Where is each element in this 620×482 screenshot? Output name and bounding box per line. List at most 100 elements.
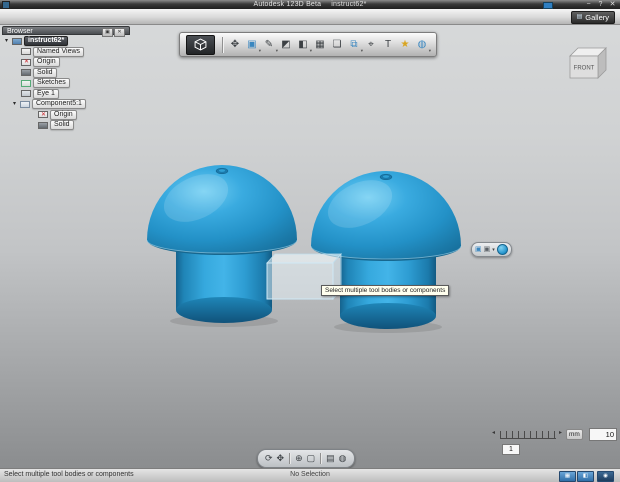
tree-item-label: Solid [33,67,57,78]
tooltip: Select multiple tool bodies or component… [321,285,450,296]
gallery-icon: ▤ [576,14,583,20]
tree-item-label: instruct62* [24,36,69,46]
transform-icon: ✥ [230,39,240,50]
status-bar: Select multiple tool bodies or component… [0,468,620,482]
document-title: instruct62* [331,1,367,8]
scale-right-arrow-icon[interactable]: ▸ [559,429,562,437]
titlebar-badge-icon [543,2,553,9]
cube-wireframe-icon [194,38,207,51]
tree-item-label: Origin [50,109,77,120]
pan-icon[interactable]: ✥ [277,450,285,467]
expand-arrow-icon[interactable]: ▾ [13,99,20,109]
scale-ruler[interactable] [500,431,556,439]
help-toggle-button[interactable]: ◉ [597,471,614,482]
snap-toggle-button[interactable]: ◧ [577,471,594,482]
tree-item-eye-1[interactable]: Eye 1 [2,88,142,99]
pattern-icon: ▦ [315,39,325,50]
construct-tool-button[interactable]: ◩ [278,35,294,54]
help-button[interactable]: ? [595,0,606,9]
gallery-label: Gallery [585,13,609,22]
combine-icon: ⧉ [350,39,358,50]
tree-item-sketches[interactable]: Sketches [2,78,142,88]
tree-item-origin[interactable]: Origin [2,57,142,67]
tree-item-component[interactable]: ▾ Component5:1 [2,99,142,109]
navbar-separator [289,453,291,464]
grid-value-input[interactable]: 1 [502,444,520,455]
material-icon: ◍ [417,39,427,50]
snap-tool-button[interactable]: ★ [397,35,413,54]
views-icon [21,48,31,55]
transform-tool-button[interactable]: ✥ [227,35,243,54]
tree-item-root[interactable]: ▾ instruct62* [2,36,142,46]
tool-body-icon[interactable]: ▣ [484,243,491,256]
sketch-tool-button[interactable]: ✎ ▾ [261,35,278,54]
component-icon [20,100,30,108]
grouping-icon: ❏ [332,39,342,50]
browser-title: Browser [7,28,33,35]
scale-value-input[interactable]: 10 [589,428,617,441]
dropdown-arrow-icon[interactable]: ▾ [429,48,431,54]
fit-view-icon[interactable]: ▢ [307,450,316,467]
display-settings-icon[interactable]: ▤ [326,450,335,467]
dropdown-icon[interactable]: ▾ [492,247,495,253]
tree-item-label: Eye 1 [33,88,59,99]
minimize-button[interactable]: − [583,0,594,9]
primitives-icon: ▣ [247,39,257,50]
pattern-tool-button[interactable]: ▦ [312,35,328,54]
expand-arrow-icon[interactable]: ▾ [5,36,12,46]
body-eye-2[interactable] [310,170,462,334]
status-hint: Select multiple tool bodies or component… [4,471,134,478]
tree-item-label: Sketches [33,78,70,88]
title-bar: Autodesk 123D Beta instruct62* − ? ✕ [0,0,620,9]
text-tool-button[interactable]: T [380,35,396,54]
measure-icon: ⌖ [368,39,374,50]
target-body-icon[interactable]: ▣ [475,243,482,256]
text-icon: T [384,39,392,50]
tree-item-named-views[interactable]: Named Views [2,46,142,57]
browser-panel-header[interactable]: Browser ▣ ✕ [2,26,130,37]
tree-item-label: Solid [50,120,74,130]
solid-icon [21,69,31,76]
grouping-tool-button[interactable]: ❏ [329,35,345,54]
material-tool-button[interactable]: ◍ ▾ [414,35,431,54]
app-window: Autodesk 123D Beta instruct62* − ? ✕ ▤ Ga… [0,0,620,482]
construct-icon: ◩ [281,39,291,50]
snap-icon: ★ [400,39,410,50]
view-cube[interactable]: FRONT [564,44,610,89]
tree-item-solid[interactable]: Solid [2,120,142,130]
body-eye-1[interactable] [146,164,298,328]
viewcube-front-label: FRONT [574,66,595,72]
sketches-icon [21,79,31,87]
toolbar-separator [222,36,223,53]
tree-item-label: Origin [33,57,60,67]
main-toolbar: ✥ ▣ ▾ ✎ ▾ ◩ ◧ ▾ ▦ ❏ ⧉ ▾ ⌖ T ★ ◍ ▾ [179,32,437,57]
unit-label[interactable]: mm [566,429,583,440]
app-menu-button[interactable] [186,34,215,55]
modify-icon: ◧ [298,39,308,50]
gallery-button[interactable]: ▤ Gallery [570,11,615,24]
document-icon [12,37,22,45]
primitives-tool-button[interactable]: ▣ ▾ [244,35,261,54]
browser-tree: ▾ instruct62* Named Views Origin Solid S… [2,36,142,131]
body-icon [21,90,31,97]
combine-tool-button[interactable]: ⧉ ▾ [346,35,363,54]
tree-item-label: Component5:1 [32,99,86,109]
material-view-icon[interactable]: ◍ [339,450,347,467]
origin-icon [38,111,48,118]
zoom-icon[interactable]: ⊕ [295,450,303,467]
sketch-icon: ✎ [264,39,274,50]
navigation-bar: ⟳ ✥ ⊕ ▢ ▤ ◍ [257,449,355,468]
modify-tool-button[interactable]: ◧ ▾ [295,35,312,54]
measure-tool-button[interactable]: ⌖ [363,35,379,54]
solid-icon [38,121,48,129]
tree-item-origin[interactable]: Origin [2,109,142,120]
tree-item-solid[interactable]: Solid [2,67,142,78]
selection-minibar: ▣ ▣ ▾ [471,242,512,257]
grid-toggle-button[interactable]: ▦ [559,471,576,482]
preview-sphere-icon[interactable] [496,244,508,255]
scale-left-arrow-icon[interactable]: ◂ [492,429,495,437]
close-button[interactable]: ✕ [607,0,618,9]
tooltip-text: Select multiple tool bodies or component… [325,287,446,294]
orbit-icon[interactable]: ⟳ [265,450,273,467]
tree-item-label: Named Views [33,46,85,57]
